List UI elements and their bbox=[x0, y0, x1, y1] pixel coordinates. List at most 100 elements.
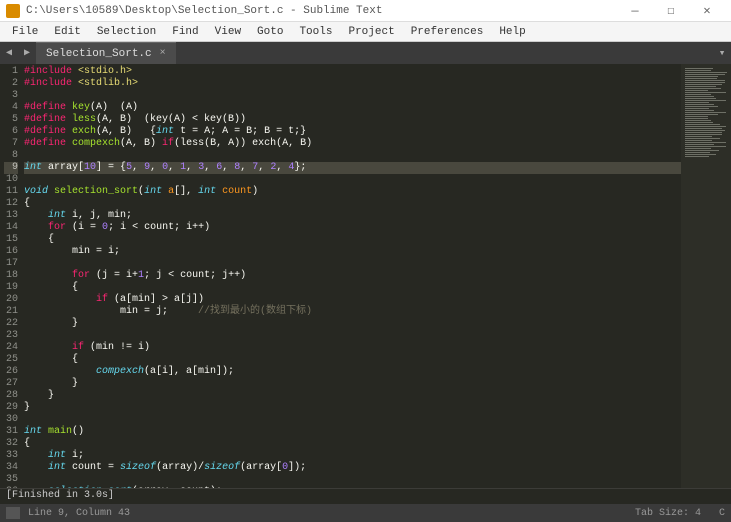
close-button[interactable]: ✕ bbox=[689, 3, 725, 18]
line-number[interactable]: 8 bbox=[4, 150, 18, 162]
line-number[interactable]: 29 bbox=[4, 402, 18, 414]
tab-file[interactable]: Selection_Sort.c × bbox=[36, 42, 176, 64]
code-line[interactable]: for (i = 0; i < count; i++) bbox=[24, 222, 681, 234]
code-line[interactable]: { bbox=[24, 354, 681, 366]
code-line[interactable] bbox=[24, 174, 681, 186]
tab-nav-right-icon[interactable]: ▶ bbox=[18, 42, 36, 64]
code-line[interactable]: if (a[min] > a[j]) bbox=[24, 294, 681, 306]
line-number[interactable]: 9 bbox=[4, 162, 18, 174]
line-number[interactable]: 3 bbox=[4, 90, 18, 102]
line-number[interactable]: 24 bbox=[4, 342, 18, 354]
menu-tools[interactable]: Tools bbox=[291, 24, 340, 40]
menu-selection[interactable]: Selection bbox=[89, 24, 164, 40]
code-line[interactable] bbox=[24, 90, 681, 102]
menu-goto[interactable]: Goto bbox=[249, 24, 291, 40]
line-number[interactable]: 14 bbox=[4, 222, 18, 234]
menu-view[interactable]: View bbox=[207, 24, 249, 40]
line-number[interactable]: 4 bbox=[4, 102, 18, 114]
line-number[interactable]: 20 bbox=[4, 294, 18, 306]
code-line[interactable]: } bbox=[24, 390, 681, 402]
line-number[interactable]: 17 bbox=[4, 258, 18, 270]
code-line[interactable]: min = i; bbox=[24, 246, 681, 258]
line-number[interactable]: 1 bbox=[4, 66, 18, 78]
code-line[interactable] bbox=[24, 474, 681, 486]
code-line[interactable]: } bbox=[24, 318, 681, 330]
line-number[interactable]: 6 bbox=[4, 126, 18, 138]
code-line[interactable]: { bbox=[24, 234, 681, 246]
line-number[interactable]: 27 bbox=[4, 378, 18, 390]
code-line[interactable] bbox=[24, 258, 681, 270]
line-number[interactable]: 36 bbox=[4, 486, 18, 488]
code-line[interactable]: int main() bbox=[24, 426, 681, 438]
code-line[interactable]: { bbox=[24, 438, 681, 450]
status-tab-size[interactable]: Tab Size: 4 bbox=[635, 508, 701, 519]
code-line[interactable]: #define less(A, B) (key(A) < key(B)) bbox=[24, 114, 681, 126]
code-line[interactable]: #include <stdio.h> bbox=[24, 66, 681, 78]
code-line[interactable]: int array[10] = {5, 9, 0, 1, 3, 6, 8, 7,… bbox=[24, 162, 681, 174]
status-position[interactable]: Line 9, Column 43 bbox=[28, 508, 130, 519]
line-number[interactable]: 31 bbox=[4, 426, 18, 438]
code-line[interactable]: #define key(A) (A) bbox=[24, 102, 681, 114]
line-number[interactable]: 2 bbox=[4, 78, 18, 90]
code-line[interactable]: min = j; //找到最小的(数组下标) bbox=[24, 306, 681, 318]
code-line[interactable]: { bbox=[24, 198, 681, 210]
status-icon[interactable] bbox=[6, 507, 20, 519]
line-number[interactable]: 13 bbox=[4, 210, 18, 222]
menu-project[interactable]: Project bbox=[340, 24, 402, 40]
line-number[interactable]: 25 bbox=[4, 354, 18, 366]
tab-overflow-icon[interactable]: ▾ bbox=[713, 42, 731, 64]
maximize-button[interactable]: ☐ bbox=[653, 3, 689, 18]
line-number[interactable]: 32 bbox=[4, 438, 18, 450]
line-number[interactable]: 34 bbox=[4, 462, 18, 474]
line-number[interactable]: 33 bbox=[4, 450, 18, 462]
code-line[interactable]: void selection_sort(int a[], int count) bbox=[24, 186, 681, 198]
line-number[interactable]: 21 bbox=[4, 306, 18, 318]
menu-preferences[interactable]: Preferences bbox=[403, 24, 492, 40]
line-number[interactable]: 26 bbox=[4, 366, 18, 378]
line-number[interactable]: 19 bbox=[4, 282, 18, 294]
line-number[interactable]: 15 bbox=[4, 234, 18, 246]
line-number[interactable]: 12 bbox=[4, 198, 18, 210]
minimap[interactable] bbox=[681, 64, 731, 488]
code-line[interactable]: } bbox=[24, 378, 681, 390]
code-line[interactable]: compexch(a[i], a[min]); bbox=[24, 366, 681, 378]
code-line[interactable]: #define compexch(A, B) if(less(B, A)) ex… bbox=[24, 138, 681, 150]
code-line[interactable] bbox=[24, 414, 681, 426]
line-number[interactable]: 28 bbox=[4, 390, 18, 402]
app-window: C:\Users\10589\Desktop\Selection_Sort.c … bbox=[0, 0, 731, 522]
line-number[interactable]: 30 bbox=[4, 414, 18, 426]
code-line[interactable]: #include <stdlib.h> bbox=[24, 78, 681, 90]
tab-nav-left-icon[interactable]: ◀ bbox=[0, 42, 18, 64]
build-output-panel[interactable]: [Finished in 3.0s] bbox=[0, 488, 731, 504]
minimize-button[interactable]: — bbox=[617, 4, 653, 18]
code-line[interactable]: { bbox=[24, 282, 681, 294]
line-number[interactable]: 35 bbox=[4, 474, 18, 486]
tab-close-icon[interactable]: × bbox=[160, 48, 166, 59]
code-line[interactable]: int i, j, min; bbox=[24, 210, 681, 222]
title-bar[interactable]: C:\Users\10589\Desktop\Selection_Sort.c … bbox=[0, 0, 731, 22]
code-line[interactable]: int count = sizeof(array)/sizeof(array[0… bbox=[24, 462, 681, 474]
code-line[interactable]: for (j = i+1; j < count; j++) bbox=[24, 270, 681, 282]
menu-file[interactable]: File bbox=[4, 24, 46, 40]
line-number[interactable]: 22 bbox=[4, 318, 18, 330]
line-number[interactable]: 16 bbox=[4, 246, 18, 258]
line-number-gutter[interactable]: 1234567891011121314151617181920212223242… bbox=[0, 64, 24, 488]
code-line[interactable]: #define exch(A, B) {int t = A; A = B; B … bbox=[24, 126, 681, 138]
menu-edit[interactable]: Edit bbox=[46, 24, 88, 40]
status-syntax[interactable]: C bbox=[719, 508, 725, 519]
menu-find[interactable]: Find bbox=[164, 24, 206, 40]
code-line[interactable] bbox=[24, 150, 681, 162]
code-line[interactable]: } bbox=[24, 402, 681, 414]
code-line[interactable] bbox=[24, 330, 681, 342]
menu-help[interactable]: Help bbox=[491, 24, 533, 40]
code-editor[interactable]: #include <stdio.h>#include <stdlib.h> #d… bbox=[24, 64, 681, 488]
code-line[interactable]: selection_sort(array, count); bbox=[24, 486, 681, 488]
line-number[interactable]: 10 bbox=[4, 174, 18, 186]
code-line[interactable]: int i; bbox=[24, 450, 681, 462]
line-number[interactable]: 11 bbox=[4, 186, 18, 198]
line-number[interactable]: 18 bbox=[4, 270, 18, 282]
line-number[interactable]: 5 bbox=[4, 114, 18, 126]
line-number[interactable]: 7 bbox=[4, 138, 18, 150]
line-number[interactable]: 23 bbox=[4, 330, 18, 342]
code-line[interactable]: if (min != i) bbox=[24, 342, 681, 354]
